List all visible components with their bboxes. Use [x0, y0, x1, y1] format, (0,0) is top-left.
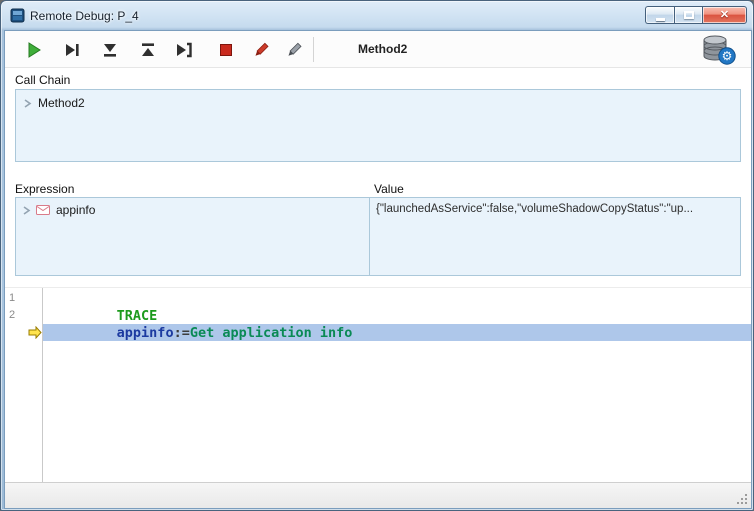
expand-chevron-icon[interactable]	[23, 98, 32, 109]
step-out-button[interactable]	[137, 39, 159, 61]
line-number[interactable]: 1	[9, 290, 39, 307]
step-over-icon	[62, 40, 82, 60]
code-line-3[interactable]	[43, 324, 751, 341]
database-status-icon: ⚙	[699, 34, 737, 66]
edit-method-button[interactable]	[283, 39, 305, 61]
abort-and-edit-button[interactable]	[250, 39, 272, 61]
call-chain-row[interactable]: Method2	[23, 96, 85, 110]
continue-icon	[24, 40, 44, 60]
maximize-button[interactable]	[674, 6, 702, 24]
remote-debug-window: Remote Debug: P_4 ✕	[0, 0, 754, 511]
minimize-icon	[656, 18, 665, 21]
execution-arrow-icon	[28, 326, 42, 339]
call-chain-label: Call Chain	[15, 73, 70, 87]
window-title: Remote Debug: P_4	[30, 9, 139, 23]
titlebar[interactable]: Remote Debug: P_4 ✕	[1, 1, 754, 30]
toolbar-separator	[313, 37, 314, 62]
watch-value-cell[interactable]: {"launchedAsService":false,"volumeShadow…	[376, 203, 734, 215]
close-button[interactable]: ✕	[702, 6, 747, 24]
resize-grip-icon[interactable]	[736, 493, 748, 505]
step-into-process-button[interactable]	[173, 39, 195, 61]
expression-header: Expression	[15, 182, 74, 196]
minimize-button[interactable]	[645, 6, 674, 24]
value-header: Value	[374, 182, 404, 196]
call-chain-detail-panel	[401, 89, 741, 162]
maximize-icon	[684, 11, 694, 19]
watch-expression-label: appinfo	[56, 203, 95, 217]
step-over-button[interactable]	[61, 39, 83, 61]
code-line-2[interactable]: appinfo:=Get application info	[43, 307, 751, 324]
expression-type-icon	[36, 205, 50, 215]
step-into-button[interactable]	[99, 39, 121, 61]
window-controls: ✕	[645, 6, 747, 24]
abort-and-edit-icon	[251, 40, 271, 60]
toolbar-method-name: Method2	[358, 42, 407, 56]
step-into-process-icon	[174, 40, 194, 60]
abort-icon	[216, 40, 236, 60]
step-out-icon	[138, 40, 158, 60]
status-bar	[5, 482, 751, 508]
code-editor[interactable]: 1 2 TRACE appinfo:=Get application info	[5, 287, 751, 482]
line-number[interactable]: 2	[9, 307, 39, 324]
watch-row[interactable]: appinfo	[22, 203, 95, 217]
continue-button[interactable]	[23, 39, 45, 61]
close-icon: ✕	[720, 10, 729, 21]
debug-toolbar: Method2 ⚙	[5, 31, 751, 68]
call-chain-method-label: Method2	[38, 96, 85, 110]
edit-method-icon	[284, 40, 304, 60]
abort-button[interactable]	[215, 39, 237, 61]
step-into-icon	[100, 40, 120, 60]
svg-text:⚙: ⚙	[722, 49, 733, 63]
code-line-1[interactable]: TRACE	[43, 290, 751, 307]
app-icon[interactable]	[10, 8, 25, 23]
expand-chevron-icon[interactable]	[22, 205, 31, 216]
